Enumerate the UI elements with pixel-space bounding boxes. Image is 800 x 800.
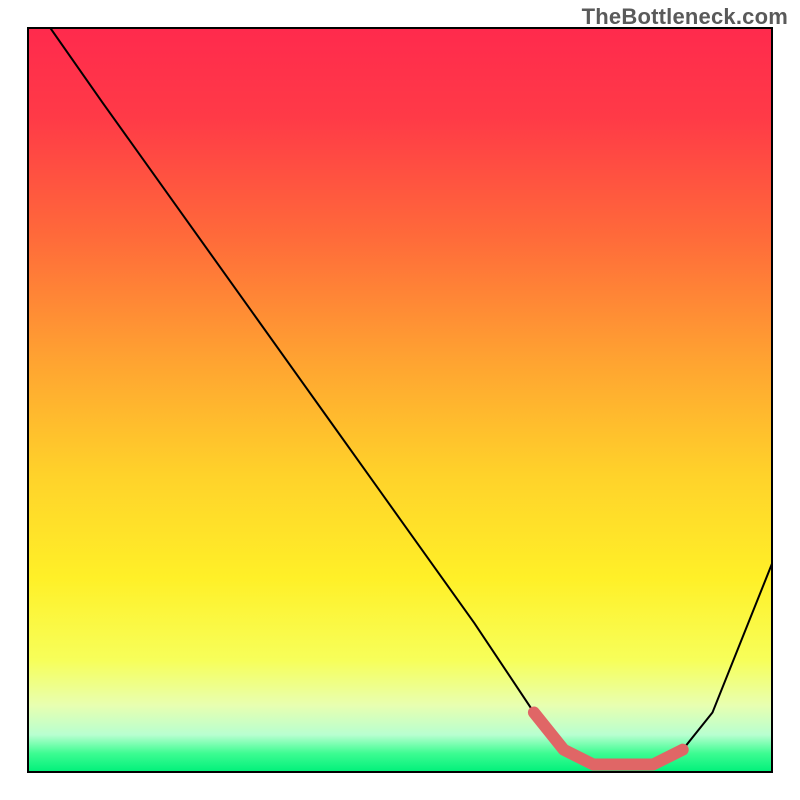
plot-area (28, 28, 772, 772)
gradient-background (28, 28, 772, 772)
chart-svg (0, 0, 800, 800)
watermark-text: TheBottleneck.com (582, 4, 788, 30)
chart-container: TheBottleneck.com (0, 0, 800, 800)
